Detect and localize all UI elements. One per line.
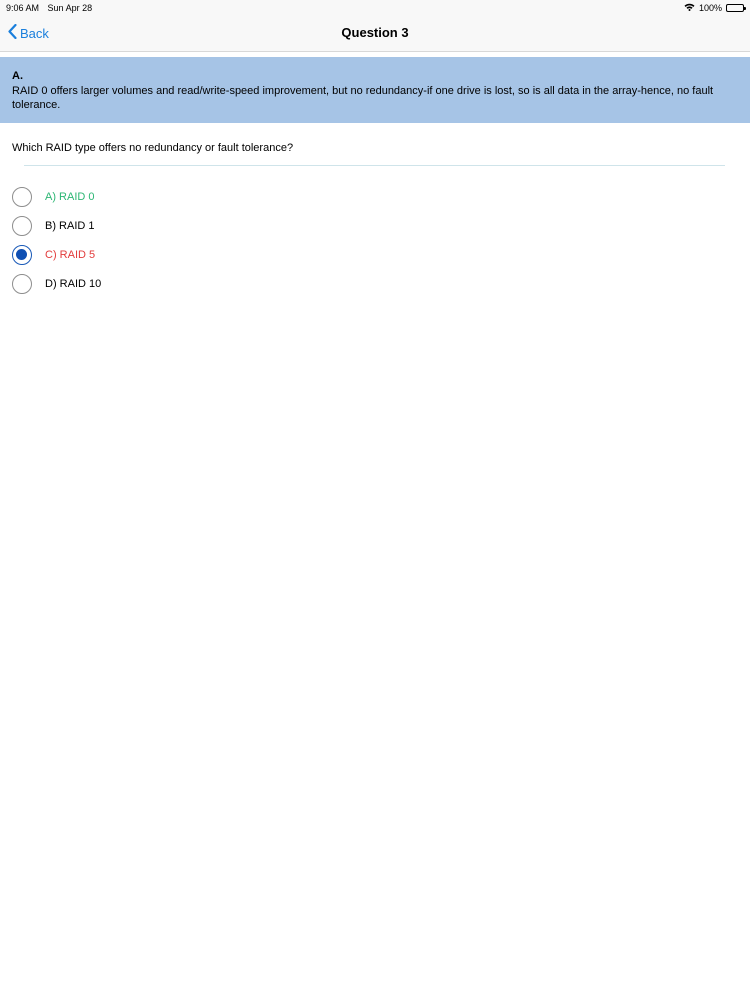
correct-answer-letter: A. bbox=[12, 70, 23, 82]
radio-button[interactable] bbox=[12, 215, 32, 236]
option-a[interactable]: A) RAID 0 bbox=[12, 182, 101, 211]
status-left: 9:06 AM Sun Apr 28 bbox=[6, 0, 92, 16]
answer-options: A) RAID 0 B) RAID 1 C) RAID 5 D) RAID 10 bbox=[12, 182, 101, 298]
battery-icon bbox=[726, 4, 746, 12]
status-date: Sun Apr 28 bbox=[47, 3, 93, 13]
status-right: 100% bbox=[684, 0, 746, 16]
battery-percent: 100% bbox=[698, 3, 722, 13]
option-label: C) RAID 5 bbox=[45, 248, 96, 261]
option-d[interactable]: D) RAID 10 bbox=[12, 269, 101, 298]
explanation-text: RAID 0 offers larger volumes and read/wr… bbox=[12, 84, 714, 112]
option-label: D) RAID 10 bbox=[45, 277, 102, 290]
option-label: A) RAID 0 bbox=[45, 190, 95, 203]
divider bbox=[24, 165, 725, 166]
wifi-icon bbox=[684, 0, 695, 16]
option-c[interactable]: C) RAID 5 bbox=[12, 240, 101, 269]
question-text: Which RAID type offers no redundancy or … bbox=[12, 142, 294, 154]
radio-button[interactable] bbox=[12, 273, 32, 294]
radio-button[interactable] bbox=[12, 186, 32, 207]
navigation-bar: Back Question 3 bbox=[0, 16, 750, 52]
radio-button[interactable] bbox=[12, 244, 32, 265]
status-bar: 9:06 AM Sun Apr 28 100% bbox=[0, 0, 750, 16]
answer-explanation: A. RAID 0 offers larger volumes and read… bbox=[0, 57, 750, 123]
option-label: B) RAID 1 bbox=[45, 219, 95, 232]
page-title: Question 3 bbox=[341, 25, 409, 40]
status-time: 9:06 AM bbox=[6, 3, 40, 13]
option-b[interactable]: B) RAID 1 bbox=[12, 211, 101, 240]
